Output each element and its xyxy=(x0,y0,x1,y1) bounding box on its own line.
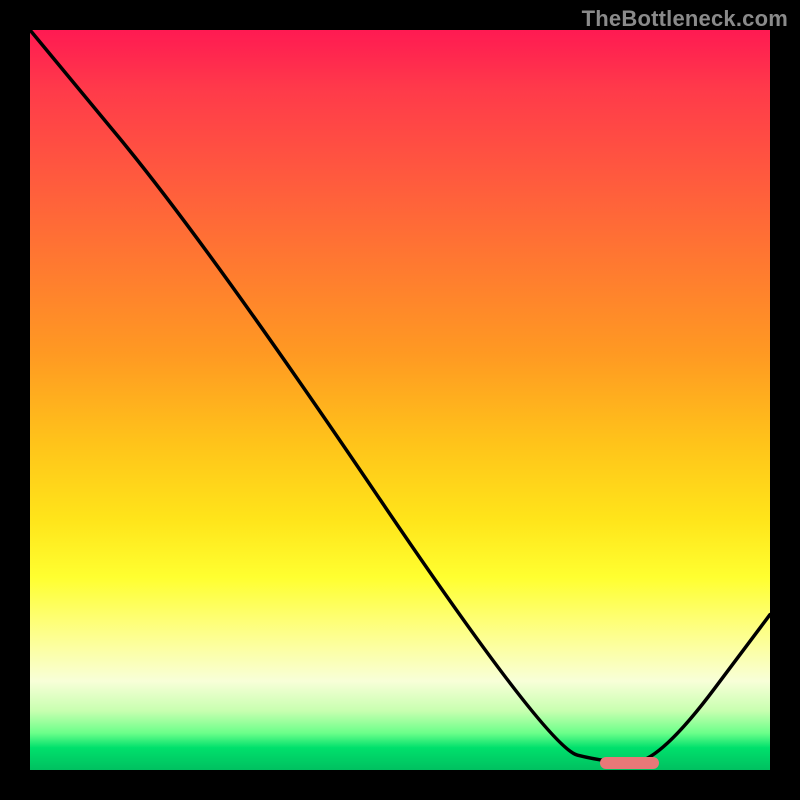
optimal-zone-marker xyxy=(600,757,659,769)
watermark-text: TheBottleneck.com xyxy=(582,6,788,32)
bottleneck-curve xyxy=(30,30,770,770)
chart-stage: TheBottleneck.com xyxy=(0,0,800,800)
plot-area xyxy=(30,30,770,770)
